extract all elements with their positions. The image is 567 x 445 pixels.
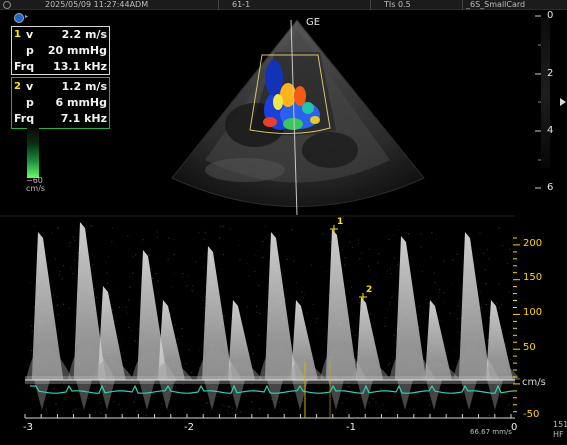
velocity-tick-label: 200: [523, 238, 542, 249]
depth-label: 2: [547, 68, 553, 79]
caliper-1-label: 1: [337, 217, 343, 227]
spectral-doppler-trace: [25, 222, 521, 416]
sweep-speed: 66.67 mm/s: [470, 428, 512, 436]
ultrasound-image: [0, 0, 567, 445]
frame-counter: 151: [553, 420, 567, 429]
tgc-bar: [541, 18, 550, 168]
caliper-2-label: 2: [366, 285, 372, 295]
velocity-axis-ticks: [513, 238, 520, 412]
depth-label: 6: [547, 182, 553, 193]
velocity-tick-label: 100: [523, 307, 542, 318]
velocity-unit-label: cm/s: [522, 377, 546, 388]
focus-marker-icon[interactable]: [560, 98, 566, 106]
velocity-tick-label: 150: [523, 272, 542, 283]
velocity-tick-label: -50: [523, 409, 539, 420]
time-tick-label: -2: [184, 422, 194, 433]
filter-label: HF: [553, 430, 564, 439]
depth-label: 0: [547, 10, 553, 21]
time-axis-ticks: [25, 414, 511, 418]
time-tick-label: -1: [346, 422, 356, 433]
velocity-tick-label: 50: [523, 342, 536, 353]
time-tick-label: -3: [23, 422, 33, 433]
depth-label: 4: [547, 125, 553, 136]
probe-orientation-label: GE: [306, 17, 320, 28]
